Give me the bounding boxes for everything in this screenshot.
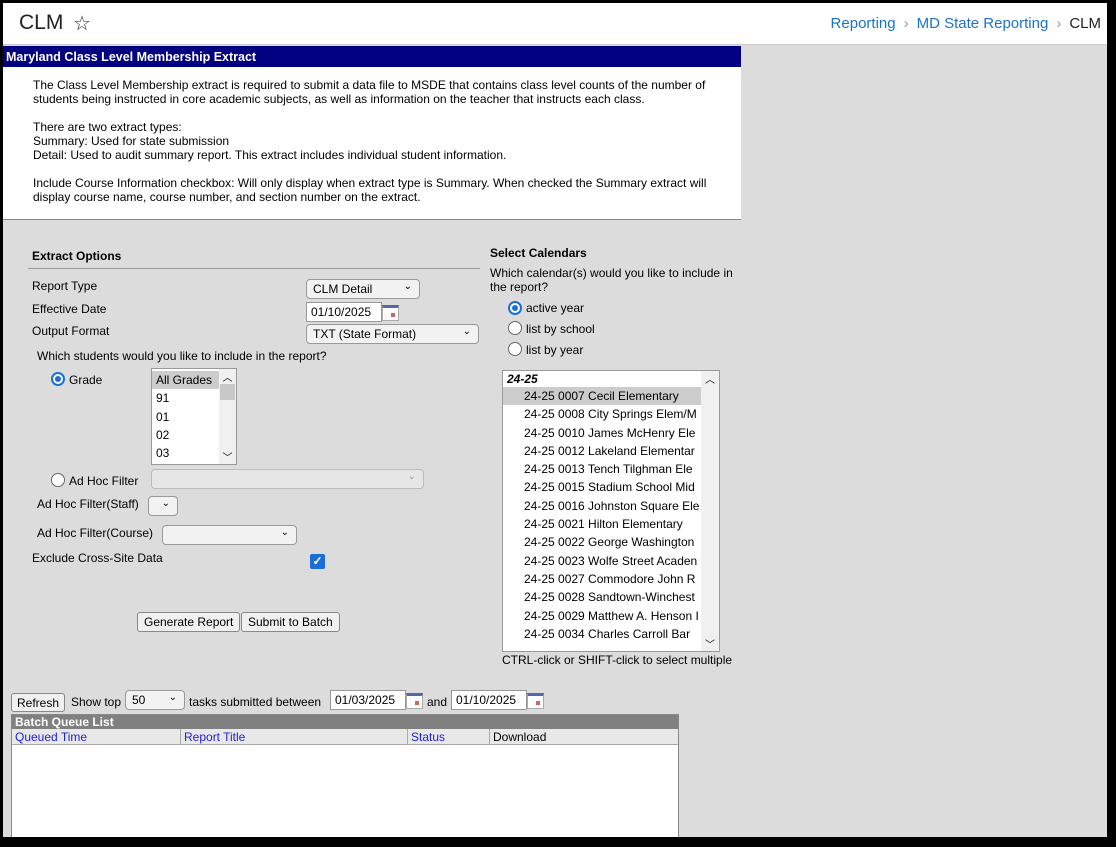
effective-date-input[interactable]: 01/10/2025 bbox=[306, 302, 382, 322]
from-date-input[interactable]: 01/03/2025 bbox=[330, 690, 406, 710]
calendar-option[interactable]: 24-25 0028 Sandtown-Winchest bbox=[503, 588, 701, 606]
description: The Class Level Membership extract is re… bbox=[3, 67, 741, 220]
description-text: The Class Level Membership extract is re… bbox=[33, 78, 706, 106]
calendar-group-label: 24-25 bbox=[507, 372, 538, 386]
breadcrumb-reporting[interactable]: Reporting bbox=[831, 15, 896, 32]
calendar-option[interactable]: 24-25 0012 Lakeland Elementar bbox=[503, 442, 701, 460]
report-type-value: CLM Detail bbox=[313, 282, 373, 296]
description-line: Summary: Used for state submission bbox=[33, 134, 230, 148]
list-by-school-label: list by school bbox=[526, 322, 595, 336]
chevron-down-icon: ⌄ bbox=[161, 498, 170, 509]
star-outline-icon[interactable]: ☆ bbox=[73, 11, 91, 36]
show-top-label: Show top bbox=[71, 695, 122, 709]
report-type-label: Report Type bbox=[32, 279, 98, 293]
breadcrumb-md-state-reporting[interactable]: MD State Reporting bbox=[917, 15, 1049, 32]
col-queued-time[interactable]: Queued Time bbox=[12, 729, 181, 744]
chevron-right-icon: › bbox=[1056, 15, 1062, 32]
adhoc-staff-label: Ad Hoc Filter(Staff) bbox=[37, 497, 139, 511]
col-status[interactable]: Status bbox=[408, 729, 490, 744]
calendar-list[interactable]: 24-25 24-25 0007 Cecil Elementary 24-25 0… bbox=[502, 370, 720, 652]
show-top-value: 50 bbox=[132, 693, 146, 707]
report-type-select[interactable]: CLM Detail ⌄ bbox=[306, 279, 420, 299]
calendar-option[interactable]: 24-25 0029 Matthew A. Henson I bbox=[503, 607, 701, 625]
calendar-option[interactable]: 24-25 0010 James McHenry Ele bbox=[503, 424, 701, 442]
adhoc-filter-radio[interactable] bbox=[51, 473, 65, 487]
output-format-value: TXT (State Format) bbox=[313, 327, 417, 341]
calendar-option[interactable]: 24-25 0016 Johnston Square Ele bbox=[503, 497, 701, 515]
calendar-option[interactable]: 24-25 0007 Cecil Elementary bbox=[503, 387, 701, 406]
description-line: Detail: Used to audit summary report. Th… bbox=[33, 148, 507, 162]
active-year-radio[interactable] bbox=[508, 301, 522, 315]
grade-list[interactable]: All Grades 91 01 02 03 ︿ ﹀ bbox=[151, 368, 237, 465]
calendars-question: Which calendar(s) would you like to incl… bbox=[490, 266, 733, 294]
list-by-year-radio[interactable] bbox=[508, 342, 522, 356]
chevron-down-icon: ⌄ bbox=[403, 281, 412, 292]
output-format-label: Output Format bbox=[32, 324, 110, 338]
active-year-label: active year bbox=[526, 301, 585, 315]
extract-types: There are two extract types: Summary: Use… bbox=[33, 120, 711, 162]
calendar-hint: CTRL-click or SHIFT-click to select mult… bbox=[502, 653, 733, 667]
chevron-down-icon: ﹀ bbox=[222, 453, 233, 464]
output-format-select[interactable]: TXT (State Format) ⌄ bbox=[306, 324, 479, 344]
chevron-up-icon: ︿ bbox=[705, 375, 715, 386]
list-by-school-radio[interactable] bbox=[508, 321, 522, 335]
breadcrumb: Reporting › MD State Reporting › CLM bbox=[831, 15, 1101, 32]
calendar-icon[interactable] bbox=[406, 693, 423, 709]
chevron-down-icon: ⌄ bbox=[462, 326, 471, 337]
app-window: CLM ☆ Reporting › MD State Reporting › CLM M… bbox=[3, 3, 1107, 837]
calendar-option[interactable]: 24-25 0023 Wolfe Street Acaden bbox=[503, 552, 701, 570]
page-scrollbar[interactable] bbox=[1099, 50, 1107, 837]
exclude-cross-site-checkbox[interactable]: ✓ bbox=[310, 554, 325, 569]
page-title: CLM bbox=[19, 11, 64, 34]
description-line: There are two extract types: bbox=[33, 120, 182, 134]
students-question: Which students would you like to include… bbox=[37, 349, 327, 363]
calendar-option[interactable]: 24-25 0015 Stadium School Mid bbox=[503, 478, 701, 496]
chevron-down-icon: ⌄ bbox=[407, 471, 416, 482]
and-label: and bbox=[427, 695, 448, 709]
generate-report-button[interactable]: Generate Report bbox=[137, 612, 241, 632]
col-report-title[interactable]: Report Title bbox=[181, 729, 408, 744]
panel-title: Maryland Class Level Membership Extract bbox=[3, 46, 741, 67]
adhoc-course-select[interactable]: ⌄ bbox=[162, 525, 297, 545]
calendar-option[interactable]: 24-25 0013 Tench Tilghman Ele bbox=[503, 460, 701, 478]
chevron-down-icon: ⌄ bbox=[280, 527, 289, 538]
extract-options-heading: Extract Options bbox=[32, 249, 122, 263]
calendar-option[interactable]: 24-25 0034 Charles Carroll Bar bbox=[503, 625, 701, 643]
effective-date-label: Effective Date bbox=[32, 302, 107, 316]
batch-queue-list: Batch Queue List Queued Time Report Titl… bbox=[11, 714, 679, 837]
grade-radio[interactable] bbox=[51, 372, 65, 386]
exclude-cross-site-label: Exclude Cross-Site Data bbox=[32, 551, 163, 565]
adhoc-course-label: Ad Hoc Filter(Course) bbox=[37, 526, 154, 540]
refresh-button[interactable]: Refresh bbox=[11, 693, 66, 712]
grade-list-scrollbar[interactable]: ︿ ﹀ bbox=[219, 369, 236, 464]
adhoc-filter-select[interactable]: ⌄ bbox=[151, 469, 424, 489]
batch-queue-header: Queued Time Report Title Status Download bbox=[12, 729, 678, 745]
breadcrumb-current: CLM bbox=[1069, 15, 1101, 32]
select-calendars-heading: Select Calendars bbox=[490, 246, 587, 260]
description-course-info: Include Course Information checkbox: Wil… bbox=[33, 176, 707, 204]
list-by-year-label: list by year bbox=[526, 343, 584, 357]
show-top-select[interactable]: 50 ⌄ bbox=[125, 690, 185, 710]
chevron-up-icon: ︿ bbox=[222, 373, 233, 384]
between-label: tasks submitted between bbox=[189, 695, 322, 709]
calendar-option[interactable]: 24-25 0008 City Springs Elem/M bbox=[503, 405, 701, 423]
chevron-down-icon: ⌄ bbox=[168, 692, 177, 703]
grade-label: Grade bbox=[69, 373, 103, 387]
calendar-icon[interactable] bbox=[527, 693, 544, 709]
adhoc-filter-label: Ad Hoc Filter bbox=[69, 474, 139, 488]
to-date-input[interactable]: 01/10/2025 bbox=[451, 690, 527, 710]
page-header: CLM ☆ Reporting › MD State Reporting › CLM bbox=[3, 3, 1107, 45]
calendar-option[interactable]: 24-25 0027 Commodore John R bbox=[503, 570, 701, 588]
grade-option[interactable]: All Grades bbox=[152, 371, 219, 390]
calendar-icon[interactable] bbox=[382, 305, 399, 321]
col-download: Download bbox=[493, 730, 547, 744]
chevron-right-icon: › bbox=[903, 15, 909, 32]
chevron-down-icon: ﹀ bbox=[705, 640, 715, 651]
calendar-option[interactable]: 24-25 0022 George Washington bbox=[503, 533, 701, 551]
batch-queue-title: Batch Queue List bbox=[12, 715, 678, 729]
adhoc-staff-select[interactable]: ⌄ bbox=[148, 496, 178, 516]
calendar-list-scrollbar[interactable]: ︿ ﹀ bbox=[701, 371, 719, 651]
submit-to-batch-button[interactable]: Submit to Batch bbox=[241, 612, 340, 632]
calendar-option[interactable]: 24-25 0021 Hilton Elementary bbox=[503, 515, 701, 533]
